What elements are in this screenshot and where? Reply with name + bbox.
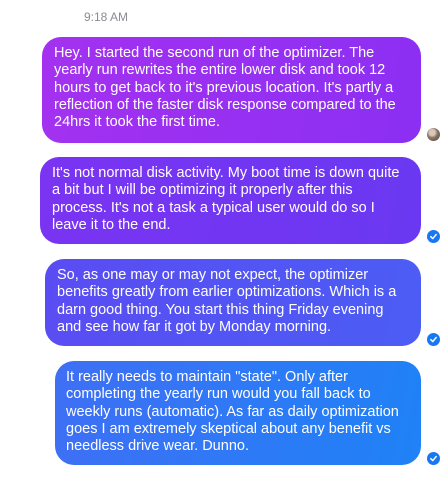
delivered-check-icon [427,452,440,465]
seen-avatar-icon [427,128,440,141]
message-bubble[interactable]: So, as one may or may not expect, the op… [45,259,421,346]
message-bubble[interactable]: It really needs to maintain "state". Onl… [55,361,421,465]
delivered-check-icon [427,333,440,346]
delivered-check-icon [427,230,440,243]
message-bubble[interactable]: It's not normal disk activity. My boot t… [40,157,421,244]
message-bubble[interactable]: Hey. I started the second run of the opt… [42,37,421,143]
message-timestamp: 9:18 AM [84,10,129,24]
